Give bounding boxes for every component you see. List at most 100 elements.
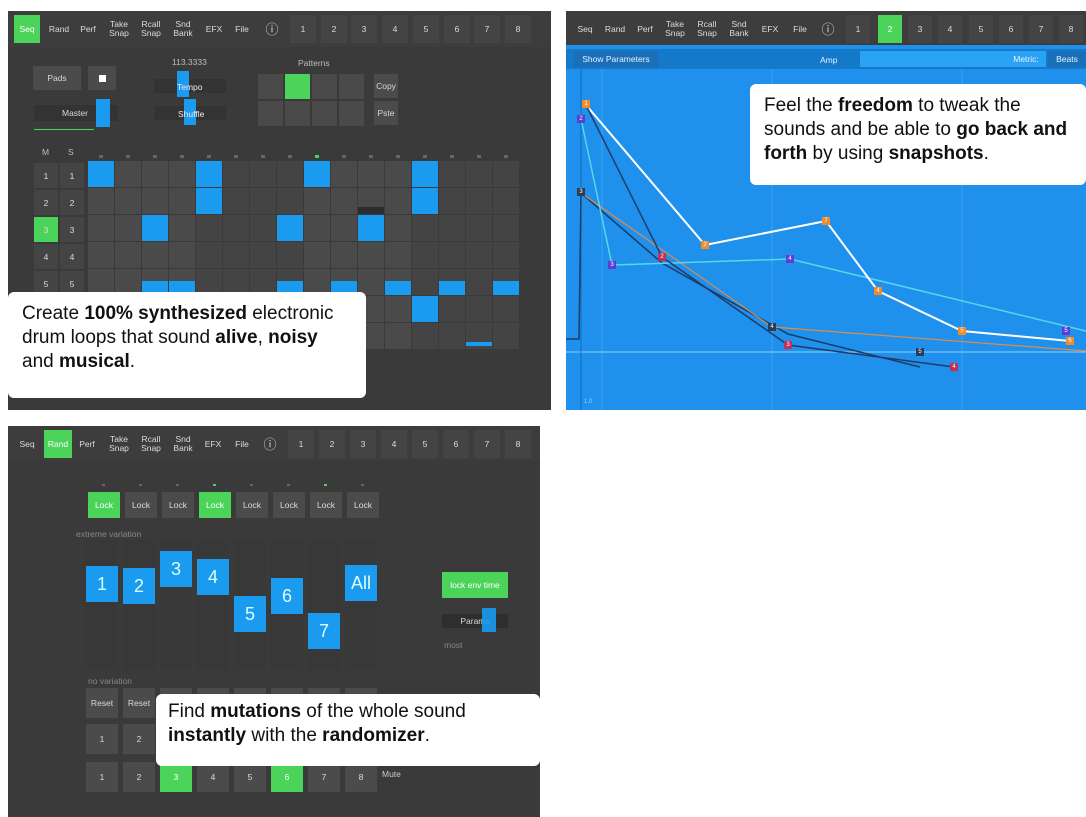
- mute-group-button[interactable]: 4: [197, 762, 229, 792]
- step-cell[interactable]: [331, 215, 357, 241]
- slider-track[interactable]: 7: [308, 540, 340, 670]
- tab-rand[interactable]: Rand: [46, 15, 72, 43]
- tab-take-snap[interactable]: Take Snap: [106, 15, 132, 43]
- mute-button[interactable]: 4: [34, 244, 58, 269]
- step-cell[interactable]: [304, 161, 330, 187]
- lock-button[interactable]: Lock: [236, 492, 268, 518]
- paste-button[interactable]: Pste: [374, 101, 398, 125]
- step-cell[interactable]: [412, 242, 438, 268]
- tab-rcall-snap[interactable]: Rcall Snap: [138, 15, 164, 43]
- pattern-6[interactable]: 6: [443, 430, 469, 458]
- pattern-8[interactable]: 8: [505, 430, 531, 458]
- step-cell[interactable]: [115, 242, 141, 268]
- step-cell[interactable]: [439, 242, 465, 268]
- lock-env-time-button[interactable]: lock env time: [442, 572, 508, 598]
- step-cell[interactable]: [88, 242, 114, 268]
- step-cell[interactable]: [115, 161, 141, 187]
- step-cell[interactable]: [304, 215, 330, 241]
- mute-group-button[interactable]: 6: [271, 762, 303, 792]
- step-cell[interactable]: [493, 242, 519, 268]
- envelope-node[interactable]: 2: [577, 115, 585, 123]
- step-cell[interactable]: [277, 215, 303, 241]
- step-cell[interactable]: [250, 242, 276, 268]
- lock-button[interactable]: Lock: [162, 492, 194, 518]
- step-cell[interactable]: [439, 188, 465, 214]
- tab-seq[interactable]: Seq: [574, 15, 596, 43]
- solo-button[interactable]: 4: [60, 244, 84, 269]
- params-handle[interactable]: [482, 608, 496, 632]
- reset-button-1[interactable]: Reset: [86, 688, 118, 718]
- envelope-node[interactable]: 3: [784, 341, 792, 349]
- step-cell[interactable]: [439, 281, 465, 295]
- step-cell[interactable]: [466, 296, 492, 322]
- step-cell[interactable]: [493, 323, 519, 349]
- step-cell[interactable]: [439, 215, 465, 241]
- envelope-node[interactable]: 4: [786, 255, 794, 263]
- pattern-4[interactable]: 4: [381, 430, 407, 458]
- pattern-1[interactable]: 1: [290, 15, 316, 43]
- lock-button[interactable]: Lock: [347, 492, 379, 518]
- step-cell[interactable]: [88, 215, 114, 241]
- tab-perf[interactable]: Perf: [634, 15, 656, 43]
- pattern-7[interactable]: 7: [474, 15, 500, 43]
- pattern-4[interactable]: 4: [938, 15, 962, 43]
- tab-snd-bank[interactable]: Snd Bank: [726, 15, 752, 43]
- envelope-node[interactable]: 5: [916, 348, 924, 356]
- step-cell[interactable]: [115, 215, 141, 241]
- slider-track[interactable]: 4: [197, 540, 229, 670]
- step-cell[interactable]: [142, 242, 168, 268]
- step-cell[interactable]: [304, 242, 330, 268]
- slider-track[interactable]: All: [345, 540, 377, 670]
- lock-button[interactable]: Lock: [125, 492, 157, 518]
- step-cell[interactable]: [196, 188, 222, 214]
- solo-button[interactable]: 3: [60, 217, 84, 242]
- tab-rcall-snap[interactable]: Rcall Snap: [694, 15, 720, 43]
- step-cell[interactable]: [466, 188, 492, 214]
- pattern-3[interactable]: 3: [351, 15, 377, 43]
- step-cell[interactable]: [385, 242, 411, 268]
- lock-button[interactable]: Lock: [88, 492, 120, 518]
- pattern-7[interactable]: 7: [474, 430, 500, 458]
- params-slider[interactable]: Params: [442, 614, 508, 628]
- envelope-node[interactable]: 3: [608, 261, 616, 269]
- pattern-slot[interactable]: [258, 74, 283, 99]
- step-cell[interactable]: [466, 269, 492, 295]
- step-cell[interactable]: [385, 215, 411, 241]
- step-cell[interactable]: [169, 161, 195, 187]
- step-cell[interactable]: [304, 188, 330, 214]
- step-cell[interactable]: [142, 188, 168, 214]
- mute-group-button[interactable]: 2: [123, 762, 155, 792]
- tab-seq[interactable]: Seq: [16, 430, 38, 458]
- step-cell[interactable]: [466, 161, 492, 187]
- mute-button[interactable]: 1: [34, 163, 58, 188]
- pattern-2[interactable]: 2: [321, 15, 347, 43]
- slider-track[interactable]: 1: [86, 540, 118, 670]
- slider-handle[interactable]: 7: [308, 613, 340, 649]
- step-cell[interactable]: [412, 215, 438, 241]
- pattern-slot[interactable]: [258, 101, 283, 126]
- slider-handle[interactable]: 6: [271, 578, 303, 614]
- pattern-4[interactable]: 4: [382, 15, 408, 43]
- beats-button[interactable]: Beats: [1048, 51, 1086, 67]
- step-cell[interactable]: [169, 242, 195, 268]
- step-cell[interactable]: [358, 215, 384, 241]
- step-cell[interactable]: [493, 161, 519, 187]
- step-cell[interactable]: [385, 281, 411, 295]
- tab-rcall-snap[interactable]: Rcall Snap: [138, 430, 164, 458]
- step-cell[interactable]: [358, 269, 384, 295]
- tab-efx[interactable]: EFX: [758, 15, 782, 43]
- step-cell[interactable]: [250, 215, 276, 241]
- envelope-node[interactable]: 6: [1066, 337, 1074, 345]
- step-cell[interactable]: [196, 215, 222, 241]
- tab-file[interactable]: File: [788, 15, 812, 43]
- tab-rand[interactable]: Rand: [44, 430, 72, 458]
- pattern-slot[interactable]: [339, 101, 364, 126]
- step-cell[interactable]: [277, 242, 303, 268]
- step-cell[interactable]: [493, 188, 519, 214]
- group-a-2[interactable]: 2: [123, 724, 155, 754]
- show-parameters-button[interactable]: Show Parameters: [574, 51, 658, 67]
- tab-efx[interactable]: EFX: [202, 15, 226, 43]
- pattern-2[interactable]: 2: [878, 15, 902, 43]
- step-cell[interactable]: [169, 215, 195, 241]
- master-handle[interactable]: [96, 99, 110, 127]
